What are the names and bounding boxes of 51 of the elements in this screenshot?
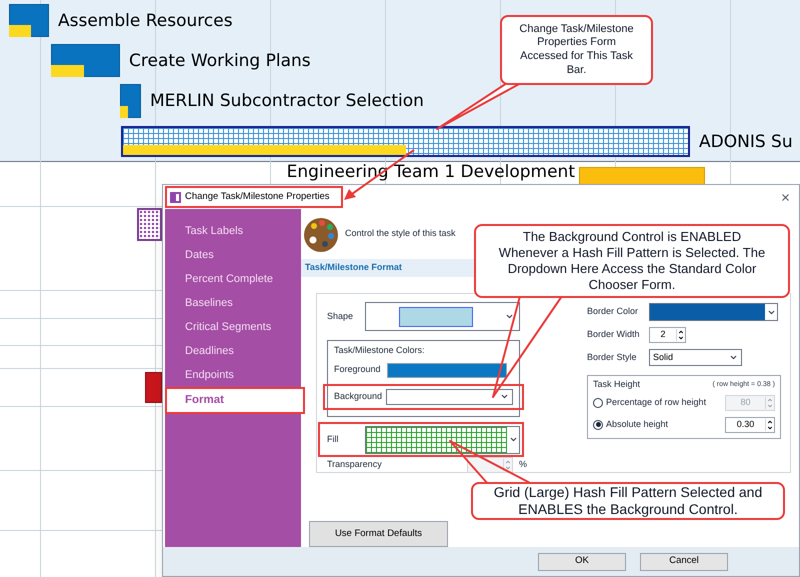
spin-arrows-icon [502, 458, 512, 470]
sidebar-item[interactable]: Critical Segments [165, 315, 301, 339]
field-label: Fill [327, 432, 340, 446]
spin-arrows-icon [765, 418, 774, 430]
sidebar-item[interactable]: Baselines [165, 291, 301, 315]
spinner-field[interactable]: 80 [725, 394, 775, 410]
dialog-button[interactable]: OK [538, 552, 626, 570]
sidebar-item[interactable]: Endpoints [165, 363, 301, 387]
app-icon [170, 192, 181, 202]
task-label: Create Working Plans [129, 50, 311, 72]
sidebar-item[interactable]: Percent Complete [165, 267, 301, 291]
task-bar [145, 372, 162, 403]
border-style-dropdown[interactable]: Solid [649, 349, 742, 366]
radio-button[interactable] [593, 398, 603, 408]
spin-arrows-icon [765, 396, 774, 408]
field-label: Border Color [587, 305, 640, 318]
sidebar-item[interactable]: Task Labels [165, 219, 301, 243]
field-label: Border Style [587, 350, 638, 364]
field-label: Foreground [334, 363, 382, 376]
close-icon[interactable] [780, 192, 791, 202]
sidebar-item[interactable]: Format [165, 387, 305, 414]
group-title: Task/Milestone Colors: [334, 344, 426, 357]
radio-label: Absolute height [606, 418, 670, 431]
callout-text: Grid (Large) Hash Fill Pattern Selected and ENABLES the Background Control. [471, 482, 785, 520]
spinner-field[interactable]: 0.30 [725, 416, 775, 432]
task-label: ADONIS Su [699, 130, 793, 154]
field-label: Shape [327, 310, 354, 323]
background-dropdown[interactable] [386, 388, 513, 404]
window-title: Change Task/Milestone Properties [165, 186, 343, 208]
field-label: Transparency [327, 458, 383, 471]
callout-text: The Background Control is ENABLED Whenever a Hash Fill Pattern is Selected. The Dropdown Here Access the Standard Color Chooser Form. [474, 224, 790, 298]
border-color-dropdown[interactable] [649, 303, 778, 321]
foreground-color-swatch[interactable] [387, 362, 507, 378]
description-text: Control the style of this task [345, 227, 456, 240]
unit-label: % [518, 458, 527, 471]
field-label: Background [334, 390, 384, 403]
sidebar-item[interactable]: Deadlines [165, 339, 301, 363]
radio-button[interactable] [593, 420, 603, 430]
fill-dropdown[interactable] [365, 426, 520, 454]
task-label: MERLIN Subcontractor Selection [150, 90, 424, 113]
field-label: Border Width [587, 328, 641, 342]
dialog-button[interactable]: Cancel [640, 552, 728, 570]
shape-dropdown[interactable] [365, 302, 520, 331]
radio-label: Percentage of row height [606, 396, 708, 409]
spin-arrows-icon [676, 329, 685, 341]
use-format-defaults-button[interactable]: Use Format Defaults [309, 521, 448, 547]
group-title: Task Height [593, 378, 640, 391]
sidebar-item[interactable]: Dates [165, 243, 301, 267]
task-label: Assemble Resources [58, 10, 233, 32]
callout-text: Change Task/Milestone Properties Form Accessed for This Task Bar. [500, 15, 653, 85]
spinner-field[interactable]: 2 [649, 327, 686, 343]
